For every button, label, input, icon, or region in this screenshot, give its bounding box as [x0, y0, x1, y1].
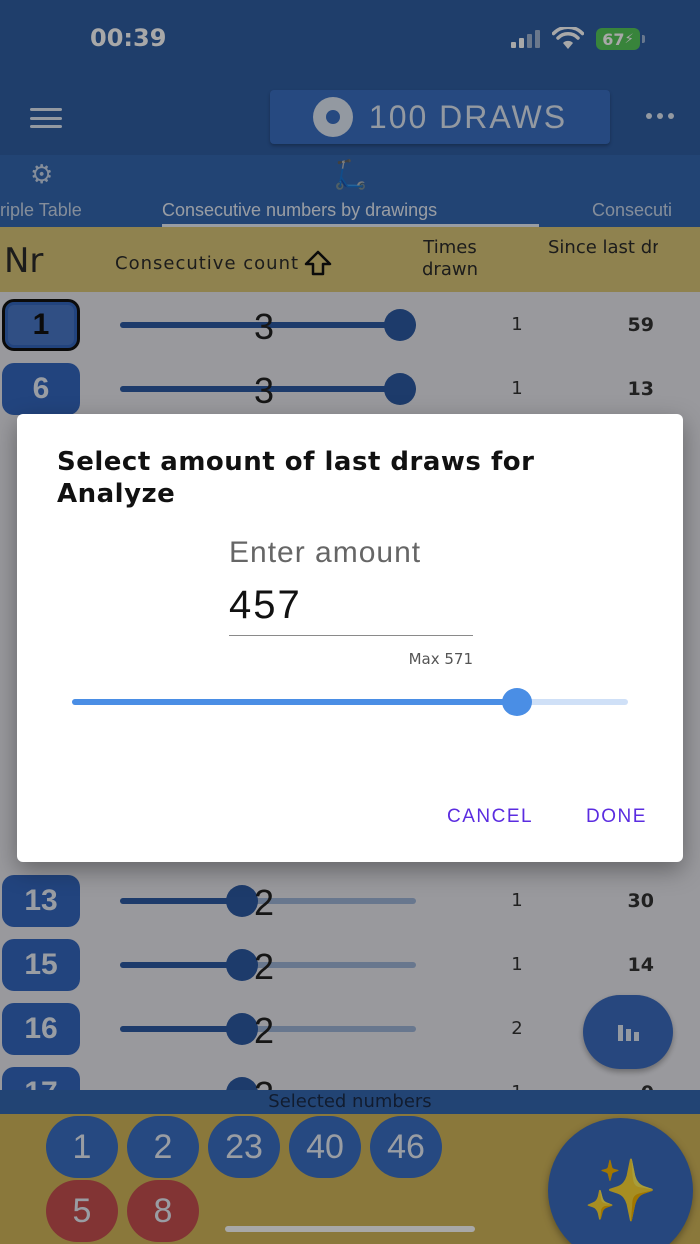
done-button[interactable]: DONE: [586, 806, 647, 828]
amount-input[interactable]: [229, 576, 473, 636]
amount-slider-thumb[interactable]: [502, 688, 532, 716]
amount-slider-fill: [72, 699, 517, 705]
amount-field-label: Enter amount: [229, 536, 422, 569]
amount-dialog: Select amount of last draws for Analyze …: [17, 414, 683, 862]
cancel-button[interactable]: CANCEL: [447, 806, 533, 828]
amount-slider[interactable]: [72, 688, 628, 716]
dialog-title: Select amount of last draws for Analyze: [57, 447, 535, 509]
amount-max-hint: Max 571: [408, 650, 473, 668]
